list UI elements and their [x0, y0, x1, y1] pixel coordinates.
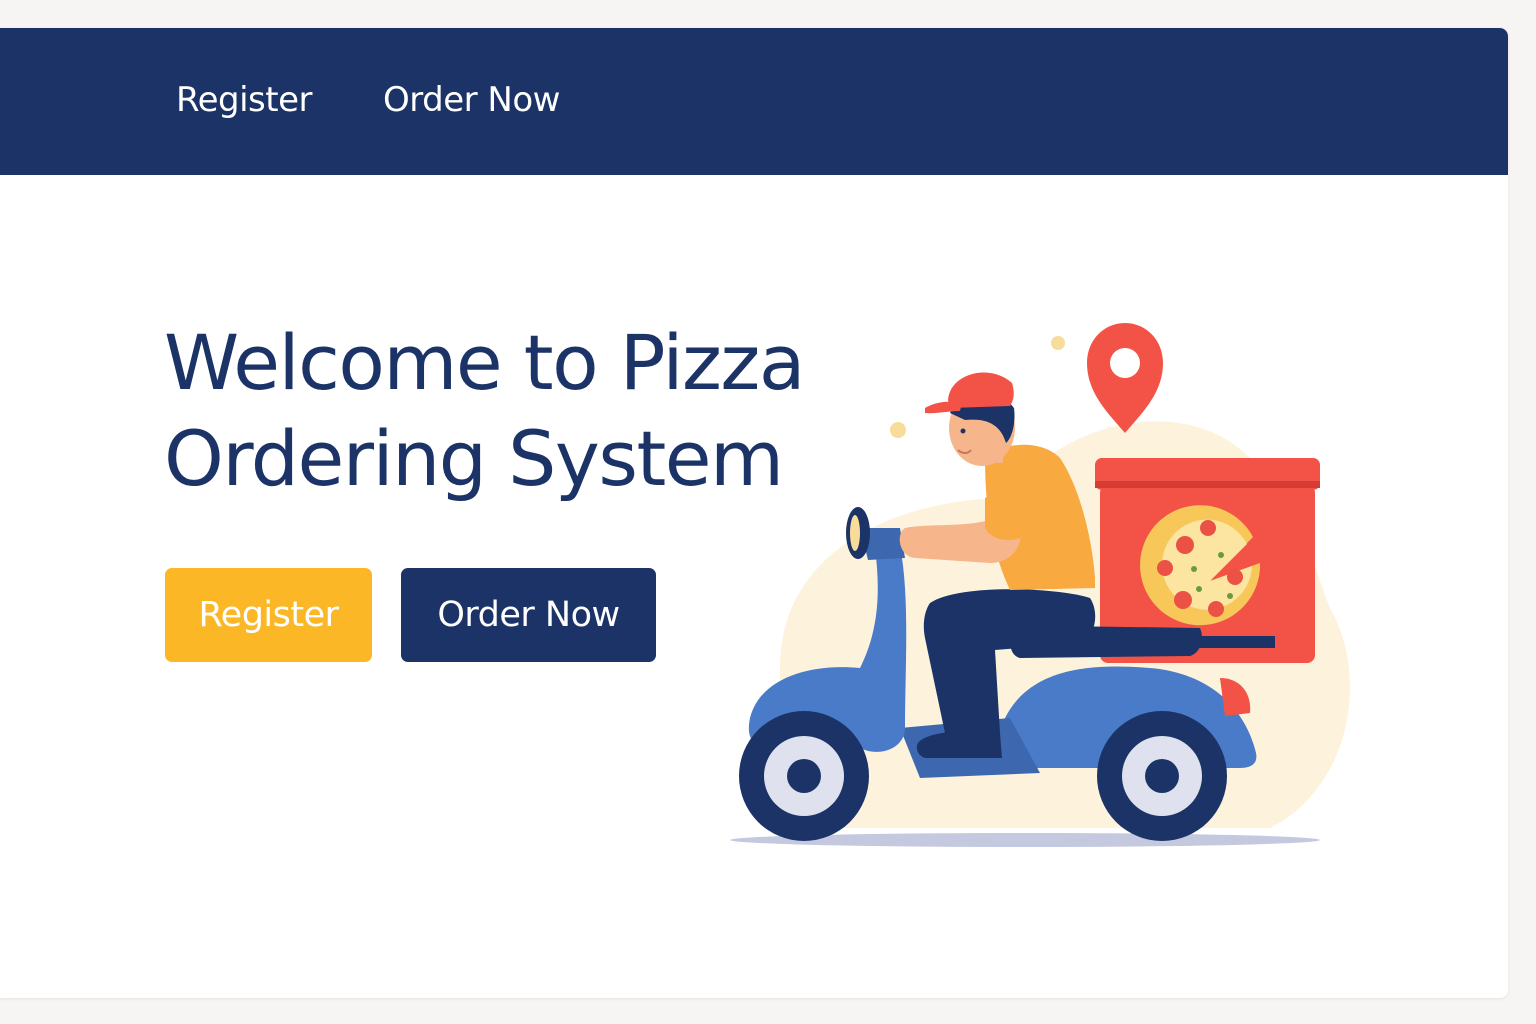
sparkle-dot-top [1051, 336, 1065, 350]
app-window: Register Order Now Welcome to Pizza Orde… [0, 28, 1508, 998]
register-button[interactable]: Register [165, 568, 372, 662]
nav-link-register[interactable]: Register [176, 80, 312, 120]
location-pin-icon [1087, 323, 1163, 433]
top-navbar: Register Order Now [0, 28, 1508, 175]
nav-link-order-now[interactable]: Order Now [383, 80, 560, 120]
delivery-illustration [730, 323, 1350, 847]
order-now-button[interactable]: Order Now [401, 568, 656, 662]
sparkle-dot-left [890, 422, 906, 438]
